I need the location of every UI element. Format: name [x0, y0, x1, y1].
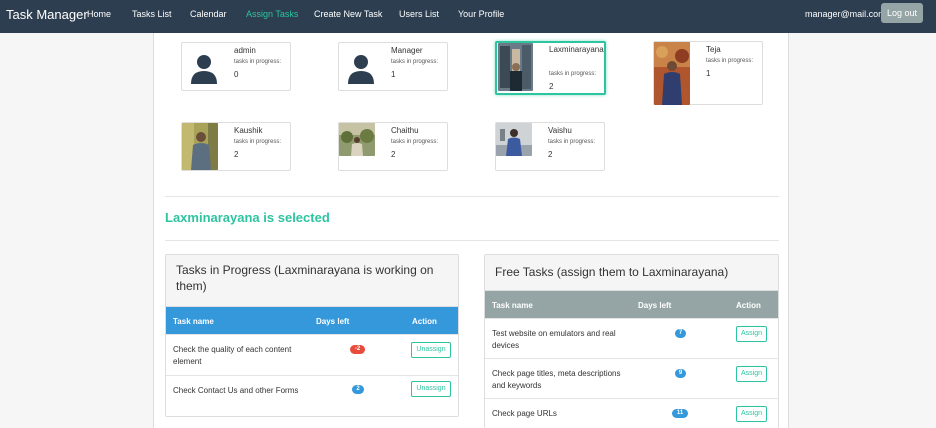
divider — [165, 240, 779, 241]
user-tasks-count: 2 — [391, 150, 396, 159]
user-card-kaushik[interactable]: Kaushik tasks in progress: 2 — [181, 122, 291, 171]
nav-assign-tasks[interactable]: Assign Tasks — [246, 9, 298, 19]
user-tasks-count: 2 — [548, 150, 553, 159]
unassign-button[interactable]: Unassign — [411, 342, 451, 358]
user-tasks-label: tasks in progress: — [706, 58, 754, 64]
nav-users-list[interactable]: Users List — [399, 9, 439, 19]
user-name: admin — [234, 46, 256, 55]
nav-create-new-task[interactable]: Create New Task — [314, 9, 382, 19]
table-row: Check Contact Us and other Forms 2 Unass… — [166, 375, 458, 416]
assign-button[interactable]: Assign — [736, 326, 767, 342]
user-card-laxminarayana[interactable]: Laxminarayana tasks in progress: 2 — [495, 41, 606, 95]
user-tasks-count: 0 — [234, 70, 239, 79]
user-tasks-label: tasks in progress: — [234, 59, 282, 65]
table-row: Check the quality of each content elemen… — [166, 334, 458, 375]
panel-title: Free Tasks (assign them to Laxminarayana… — [485, 255, 778, 291]
user-card-admin[interactable]: admin tasks in progress: 0 — [181, 42, 291, 91]
column-header-action: Action — [412, 317, 437, 326]
user-card-manager[interactable]: Manager tasks in progress: 1 — [338, 42, 448, 91]
user-tasks-label: tasks in progress: — [548, 139, 596, 145]
table-header: Task name Days left Action — [485, 291, 778, 318]
user-card-teja[interactable]: Teja tasks in progress: 1 — [653, 41, 763, 105]
days-left-badge: 11 — [672, 409, 688, 418]
panel-title: Tasks in Progress (Laxminarayana is work… — [166, 255, 458, 307]
task-name: Check page titles, meta descriptions and… — [492, 369, 621, 390]
navbar: Task Manager Home Tasks List Calendar As… — [0, 0, 936, 33]
user-card-chaithu[interactable]: Chaithu tasks in progress: 2 — [338, 122, 448, 171]
user-card-vaishu[interactable]: Vaishu tasks in progress: 2 — [495, 122, 605, 171]
main-container: admin tasks in progress: 0 Manager tasks… — [153, 33, 789, 428]
user-photo — [496, 123, 532, 156]
tasks-in-progress-panel: Tasks in Progress (Laxminarayana is work… — [165, 254, 459, 417]
user-name: Laxminarayana — [549, 45, 604, 54]
task-name: Check the quality of each content elemen… — [173, 345, 292, 366]
default-user-icon — [343, 50, 379, 86]
user-photo — [654, 42, 690, 105]
logout-button[interactable]: Log out — [881, 3, 923, 23]
days-left-badge: 9 — [675, 369, 686, 378]
task-name: Test website on emulators and real devic… — [492, 329, 616, 350]
column-header-action: Action — [736, 301, 761, 310]
user-tasks-label: tasks in progress: — [391, 59, 439, 65]
nav-your-profile[interactable]: Your Profile — [458, 9, 504, 19]
table-row: Check page URLs 11 Assign — [485, 398, 778, 428]
table-row: Check page titles, meta descriptions and… — [485, 358, 778, 398]
user-photo — [498, 43, 533, 91]
divider — [165, 196, 779, 197]
user-tasks-count: 1 — [706, 69, 711, 78]
nav-home[interactable]: Home — [87, 9, 111, 19]
column-header-task-name: Task name — [492, 301, 533, 310]
task-name: Check page URLs — [492, 409, 557, 418]
default-user-icon — [186, 50, 222, 86]
days-left-badge: 7 — [675, 329, 686, 338]
unassign-button[interactable]: Unassign — [411, 381, 451, 397]
user-photo — [182, 123, 218, 170]
free-tasks-panel: Free Tasks (assign them to Laxminarayana… — [484, 254, 779, 428]
user-tasks-count: 1 — [391, 70, 396, 79]
selected-user-heading: Laxminarayana is selected — [165, 210, 330, 225]
user-photo — [339, 123, 375, 156]
user-name: Manager — [391, 46, 423, 55]
nav-tasks-list[interactable]: Tasks List — [132, 9, 172, 19]
column-header-days-left: Days left — [638, 301, 672, 310]
user-tasks-count: 2 — [549, 82, 554, 91]
user-email: manager@mail.com — [805, 9, 886, 19]
table-row: Test website on emulators and real devic… — [485, 318, 778, 358]
user-name: Chaithu — [391, 126, 419, 135]
assign-button[interactable]: Assign — [736, 366, 767, 382]
user-tasks-label: tasks in progress: — [549, 71, 597, 77]
nav-calendar[interactable]: Calendar — [190, 9, 227, 19]
task-name: Check Contact Us and other Forms — [173, 386, 299, 395]
table-header: Task name Days left Action — [166, 307, 458, 334]
brand-link[interactable]: Task Manager — [6, 7, 88, 22]
user-name: Teja — [706, 45, 721, 54]
column-header-days-left: Days left — [316, 317, 350, 326]
user-name: Vaishu — [548, 126, 572, 135]
assign-button[interactable]: Assign — [736, 406, 767, 422]
user-tasks-count: 2 — [234, 150, 239, 159]
column-header-task-name: Task name — [173, 317, 214, 326]
user-tasks-label: tasks in progress: — [391, 139, 439, 145]
user-tasks-label: tasks in progress: — [234, 139, 282, 145]
days-left-badge: 2 — [352, 385, 364, 394]
days-left-badge: -2 — [350, 345, 365, 354]
user-name: Kaushik — [234, 126, 263, 135]
